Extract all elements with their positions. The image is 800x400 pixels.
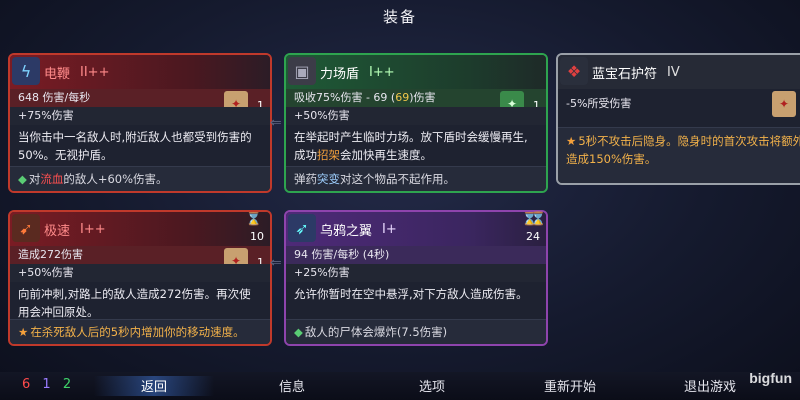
item-card-electric-whip[interactable]: ϟ 电鞭 II++ 648 伤害/每秒 ✦ 1 +75%伤害 当你击中一名敌人时… bbox=[8, 53, 272, 193]
item-card-dash[interactable]: ➹ 极速 I++ ⌛ 10 造成272伤害 ✦ 1 +50%伤害 向前冲刺,对路… bbox=[8, 210, 272, 346]
stat-bonus: +25%伤害 bbox=[286, 264, 546, 282]
item-description: 向前冲刺,对路上的敌人造成272伤害。再次使用会冲回原处。 bbox=[18, 287, 251, 319]
card-header: ❖ 蓝宝石护符 IV bbox=[558, 55, 800, 89]
item-footer: ★ 5秒不攻击后隐身。隐身时的首次攻击将额外造成150%伤害。 bbox=[558, 127, 800, 183]
menu-options-button[interactable]: 选项 bbox=[372, 376, 492, 395]
green-diamond-icon: ◆ bbox=[294, 325, 303, 339]
cooldown-timer: 24 bbox=[526, 230, 540, 243]
page-title: 装备 bbox=[382, 8, 417, 26]
card-header: ▣ 力场盾 I++ bbox=[286, 55, 546, 89]
scroll-stats: 6 1 2 bbox=[22, 377, 79, 392]
item-name: 乌鸦之翼 bbox=[320, 223, 373, 239]
hourglass-icon: ⌛ bbox=[245, 212, 262, 227]
item-card-sapphire-amulet[interactable]: ❖ 蓝宝石护符 IV -5%所受伤害 ✦ 1 ★5秒不攻击后隐身。隐身时的首次攻… bbox=[556, 53, 800, 185]
mutation-keyword: 突变 bbox=[317, 172, 340, 186]
stat-damage: 造成272伤害 ✦ 1 bbox=[10, 246, 270, 274]
shield-icon: ▣ bbox=[288, 57, 316, 85]
item-level: I+ bbox=[382, 221, 397, 237]
stat-dps: 648 伤害/每秒 ✦ 1 bbox=[10, 89, 270, 117]
scroll-icon: ✦ bbox=[772, 91, 796, 117]
item-name: 电鞭 bbox=[44, 66, 71, 82]
menu-back-button[interactable]: 返回 bbox=[94, 376, 214, 396]
star-icon: ★ bbox=[18, 325, 29, 339]
item-level: I++ bbox=[80, 221, 106, 237]
watermark-logo: bigfun bbox=[749, 370, 792, 386]
stat-bonus: +75%伤害 bbox=[10, 107, 270, 125]
bleed-keyword: 流血 bbox=[40, 172, 64, 186]
parry-keyword: 招架 bbox=[317, 148, 340, 162]
brutality-stat: 6 bbox=[22, 377, 31, 392]
item-name: 力场盾 bbox=[320, 66, 360, 82]
item-name: 极速 bbox=[44, 223, 71, 239]
item-card-raven-wings[interactable]: ➶ 乌鸦之翼 I+ ⌛ 24 94 伤害/每秒 (4秒) +25%伤害 允许你暂… bbox=[284, 210, 548, 346]
stat-absorb: 吸收75%伤害 - 69 (69)伤害 ✦ 1 bbox=[286, 89, 546, 117]
item-name: 蓝宝石护符 bbox=[592, 66, 658, 82]
wing-icon: ➶ bbox=[288, 214, 316, 242]
tactics-stat: 1 bbox=[42, 377, 51, 392]
menu-restart-button[interactable]: 重新开始 bbox=[510, 376, 630, 395]
survival-stat: 2 bbox=[62, 377, 72, 392]
card-header: ➹ 极速 I++ ⌛ 10 bbox=[10, 212, 270, 246]
dash-icon: ➹ bbox=[12, 214, 40, 242]
amulet-icon: ❖ bbox=[560, 57, 588, 85]
cooldown-timer: 10 bbox=[250, 230, 264, 243]
item-level: II++ bbox=[80, 64, 110, 80]
stat-dps: 94 伤害/每秒 (4秒) bbox=[286, 246, 546, 264]
card-header: ➶ 乌鸦之翼 I+ ⌛ 24 bbox=[286, 212, 546, 246]
item-level: IV bbox=[667, 64, 680, 80]
stat-resist: -5%所受伤害 ✦ 1 bbox=[558, 89, 800, 119]
star-icon: ★ bbox=[566, 134, 577, 148]
hourglass-icon: ⌛ bbox=[530, 212, 547, 227]
item-footer: ◆ 对流血的敌人+60%伤害。 bbox=[10, 166, 270, 191]
green-diamond-icon: ◆ bbox=[18, 172, 27, 186]
bottom-menu-bar: 6 1 2 返回 信息 选项 重新开始 退出游戏 bbox=[0, 372, 800, 400]
item-footer: 弹药突变对这个物品不起作用。 bbox=[286, 166, 546, 191]
item-footer: ★ 在杀死敌人后的5秒内增加你的移动速度。 bbox=[10, 319, 270, 344]
card-header: ϟ 电鞭 II++ bbox=[10, 55, 270, 89]
item-description: 允许你暂时在空中悬浮,对下方敌人造成伤害。 bbox=[294, 287, 528, 301]
item-description: 在举起时产生临时力场。放下盾时会缓慢再生,成功招架会加快再生速度。 bbox=[294, 130, 528, 162]
menu-info-button[interactable]: 信息 bbox=[232, 376, 352, 395]
item-level: I++ bbox=[369, 64, 395, 80]
item-description: 当你击中一名敌人时,附近敌人也都受到伤害的50%。无视护盾。 bbox=[18, 130, 252, 162]
whip-icon: ϟ bbox=[12, 57, 40, 85]
stat-bonus: +50%伤害 bbox=[286, 107, 546, 125]
item-footer: ◆ 敌人的尸体会爆炸(7.5伤害) bbox=[286, 319, 546, 344]
item-card-force-shield[interactable]: ▣ 力场盾 I++ 吸收75%伤害 - 69 (69)伤害 ✦ 1 +50%伤害… bbox=[284, 53, 548, 193]
stat-bonus: +50%伤害 bbox=[10, 264, 270, 282]
